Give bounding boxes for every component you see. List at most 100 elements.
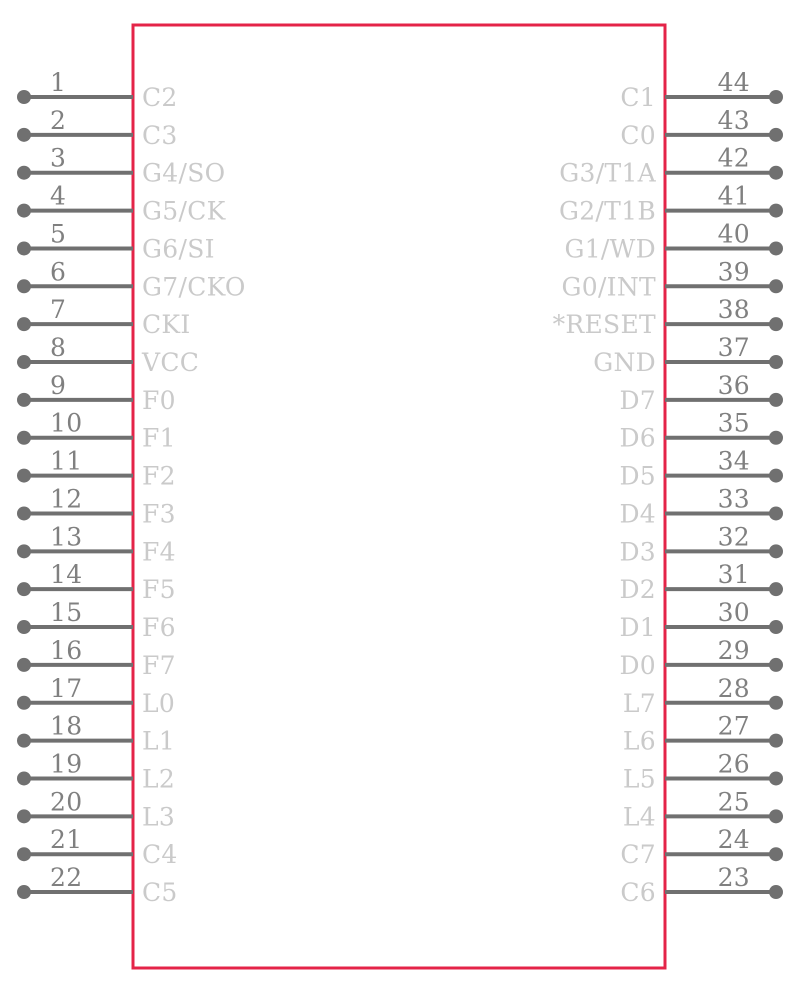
pin-name-label: F0 <box>142 386 176 415</box>
pin-connection-dot[interactable] <box>17 771 31 786</box>
pin-connection-dot[interactable] <box>769 392 783 407</box>
pin-connection-dot[interactable] <box>769 317 783 332</box>
pin-name-label: G0/INT <box>561 272 656 301</box>
pin-name-label: G2/T1B <box>559 197 656 226</box>
pin-connection-dot[interactable] <box>769 203 783 218</box>
pin-connection-dot[interactable] <box>769 695 783 710</box>
pin-name-label: VCC <box>141 348 199 377</box>
pin-name-label: F4 <box>142 537 176 566</box>
pin-name-label: D1 <box>619 613 656 642</box>
pin-connection-dot[interactable] <box>769 241 783 256</box>
pin-name-label: L0 <box>142 689 175 718</box>
pin-name-label: L7 <box>623 689 656 718</box>
pin-connection-dot[interactable] <box>769 847 783 862</box>
pin-connection-dot[interactable] <box>769 620 783 635</box>
pin-name-label: F1 <box>142 424 176 453</box>
pin-connection-dot[interactable] <box>17 695 31 710</box>
pin-connection-dot[interactable] <box>17 885 31 900</box>
pin-connection-dot[interactable] <box>769 90 783 104</box>
pin-connection-dot[interactable] <box>769 279 783 294</box>
pin-number-label: 31 <box>718 560 750 589</box>
pin-name-label: D3 <box>619 537 656 566</box>
pin-connection-dot[interactable] <box>769 165 783 180</box>
pin-connection-dot[interactable] <box>17 620 31 635</box>
pin-name-label: D6 <box>619 424 656 453</box>
pin-connection-dot[interactable] <box>17 809 31 824</box>
pin-number-label: 33 <box>718 484 750 513</box>
pin-connection-dot[interactable] <box>17 127 31 142</box>
pin-number-label: 8 <box>50 333 66 362</box>
pin-connection-dot[interactable] <box>17 657 31 672</box>
pin-name-label: G1/WD <box>564 234 656 263</box>
pin-name-label: *RESET <box>553 310 656 339</box>
pin-name-label: F6 <box>142 613 176 642</box>
pin-connection-dot[interactable] <box>17 241 31 256</box>
pin-number-label: 6 <box>50 257 66 286</box>
pin-connection-dot[interactable] <box>17 90 31 104</box>
pin-connection-dot[interactable] <box>769 430 783 445</box>
pin-name-label: C0 <box>620 121 656 150</box>
pin-connection-dot[interactable] <box>17 355 31 370</box>
pin-number-label: 9 <box>50 371 66 400</box>
pin-number-label: 16 <box>50 636 82 665</box>
pin-name-label: F7 <box>142 651 176 680</box>
pin-number-label: 36 <box>718 371 750 400</box>
pin-number-label: 4 <box>50 182 66 211</box>
pin-number-label: 12 <box>50 484 82 513</box>
pin-number-label: 22 <box>50 863 82 892</box>
pin-name-label: D2 <box>619 575 656 604</box>
pin-connection-dot[interactable] <box>769 657 783 672</box>
pin-name-label: F5 <box>142 575 176 604</box>
pin-number-label: 15 <box>50 598 82 627</box>
pin-connection-dot[interactable] <box>17 582 31 597</box>
pin-connection-dot[interactable] <box>769 355 783 370</box>
pin-number-label: 24 <box>718 825 750 854</box>
pin-connection-dot[interactable] <box>769 127 783 142</box>
pin-connection-dot[interactable] <box>17 279 31 294</box>
pin-connection-dot[interactable] <box>17 506 31 521</box>
pin-name-label: C7 <box>620 840 656 869</box>
pin-number-label: 32 <box>718 522 750 551</box>
pin-number-label: 3 <box>50 144 66 173</box>
pin-name-label: F3 <box>142 499 176 528</box>
pin-number-label: 41 <box>718 182 750 211</box>
pin-connection-dot[interactable] <box>769 506 783 521</box>
pin-connection-dot[interactable] <box>17 392 31 407</box>
pin-name-label: C5 <box>142 878 178 907</box>
pin-connection-dot[interactable] <box>769 544 783 559</box>
pin-name-label: G5/CK <box>142 197 227 226</box>
pin-connection-dot[interactable] <box>769 733 783 748</box>
pin-number-label: 23 <box>718 863 750 892</box>
schematic-symbol-canvas: C2 1 C3 2 G4/SO 3 G5/CK 4 G6/SI 5 G7/CKO 6 CKI 7 VCC 8 F… <box>17 23 783 970</box>
pin-connection-dot[interactable] <box>769 771 783 786</box>
pin-connection-dot[interactable] <box>17 165 31 180</box>
pin-connection-dot[interactable] <box>17 317 31 332</box>
pin-connection-dot[interactable] <box>17 203 31 218</box>
pin-number-label: 2 <box>50 106 66 135</box>
pin-number-label: 37 <box>718 333 750 362</box>
pin-number-label: 19 <box>50 749 82 778</box>
pin-number-label: 44 <box>718 68 750 97</box>
pin-name-label: GND <box>593 348 656 377</box>
pin-name-label: L5 <box>623 764 656 793</box>
pin-name-label: G4/SO <box>142 159 225 188</box>
pin-connection-dot[interactable] <box>769 885 783 900</box>
pin-connection-dot[interactable] <box>17 847 31 862</box>
pin-connection-dot[interactable] <box>17 430 31 445</box>
pin-name-label: G6/SI <box>142 234 215 263</box>
pin-number-label: 20 <box>50 787 82 816</box>
pin-connection-dot[interactable] <box>769 468 783 483</box>
pin-number-label: 35 <box>718 409 750 438</box>
pin-connection-dot[interactable] <box>17 733 31 748</box>
pin-number-label: 29 <box>718 636 750 665</box>
pin-name-label: C1 <box>620 83 656 112</box>
pin-connection-dot[interactable] <box>17 468 31 483</box>
pin-connection-dot[interactable] <box>769 809 783 824</box>
pin-number-label: 5 <box>50 219 66 248</box>
pin-connection-dot[interactable] <box>769 582 783 597</box>
pin-number-label: 40 <box>718 219 750 248</box>
pin-number-label: 39 <box>718 257 750 286</box>
pin-name-label: D7 <box>619 386 656 415</box>
pin-name-label: D0 <box>619 651 656 680</box>
pin-connection-dot[interactable] <box>17 544 31 559</box>
